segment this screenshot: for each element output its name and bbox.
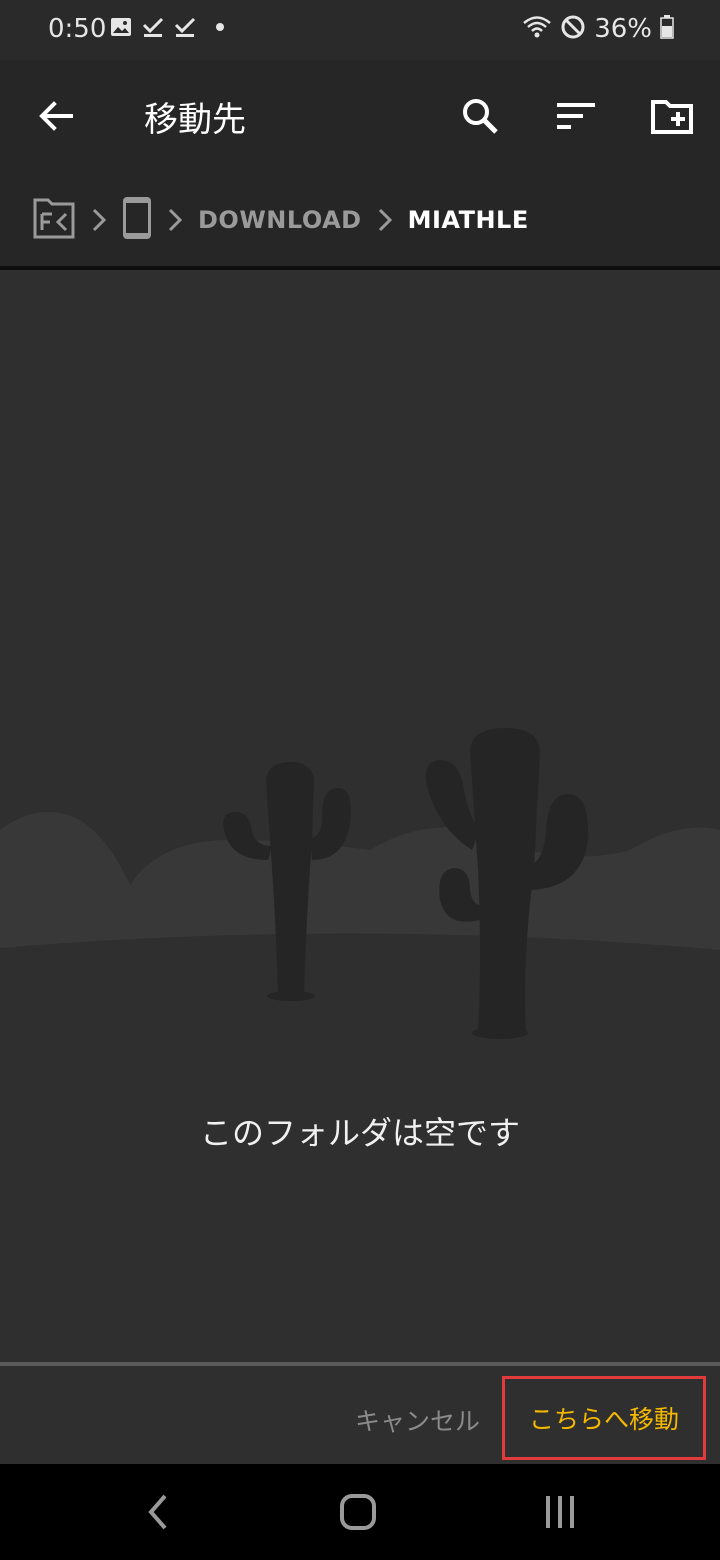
status-system-icons: 36% — [522, 14, 674, 44]
breadcrumb-item-miathle[interactable]: MIATHLE — [408, 206, 529, 234]
nav-back-icon — [148, 1494, 167, 1530]
chevron-right-icon — [370, 207, 400, 233]
nav-home-button[interactable] — [328, 1482, 388, 1542]
wifi-icon — [522, 14, 552, 44]
check-download-icon — [174, 16, 196, 42]
new-folder-icon — [651, 100, 693, 134]
battery-percent: 36% — [594, 14, 652, 44]
breadcrumb-item-download[interactable]: DOWNLOAD — [198, 206, 362, 234]
breadcrumb: DOWNLOAD MIATHLE — [0, 172, 720, 268]
cancel-button[interactable]: キャンセル — [355, 1402, 480, 1438]
nav-recents-icon — [546, 1496, 574, 1528]
app-bar: 移動先 — [0, 60, 720, 172]
battery-icon — [660, 15, 674, 43]
file-list-area: このフォルダは空です — [0, 270, 720, 1364]
new-folder-button[interactable] — [642, 86, 702, 146]
app-bar-actions — [450, 86, 702, 146]
check-download-icon — [142, 16, 164, 42]
cactus-desert-illustration — [0, 728, 720, 1060]
sort-button[interactable] — [546, 86, 606, 146]
status-notification-icons — [110, 16, 228, 42]
dot-icon — [206, 16, 228, 42]
move-here-button[interactable]: こちらへ移動 — [502, 1376, 706, 1460]
action-bar: キャンセル こちらへ移動 — [0, 1366, 720, 1464]
search-button[interactable] — [450, 86, 510, 146]
chevron-right-icon — [84, 207, 114, 233]
image-icon — [110, 16, 132, 42]
nav-home-icon — [340, 1494, 376, 1530]
fk-app-icon[interactable] — [32, 196, 76, 244]
chevron-right-icon — [160, 207, 190, 233]
back-button[interactable] — [26, 86, 86, 146]
page-title: 移動先 — [144, 100, 246, 140]
status-time: 0:50 — [48, 14, 107, 44]
empty-folder-message: このフォルダは空です — [199, 1114, 520, 1152]
back-arrow-icon — [39, 101, 73, 131]
nav-back-button[interactable] — [128, 1482, 188, 1542]
dnd-icon — [560, 14, 586, 44]
status-bar: 0:50 36% — [0, 0, 720, 60]
phone-icon[interactable] — [122, 196, 152, 244]
navigation-bar — [0, 1464, 720, 1560]
sort-icon — [557, 103, 595, 129]
search-icon — [463, 99, 498, 134]
nav-recents-button[interactable] — [530, 1482, 590, 1542]
